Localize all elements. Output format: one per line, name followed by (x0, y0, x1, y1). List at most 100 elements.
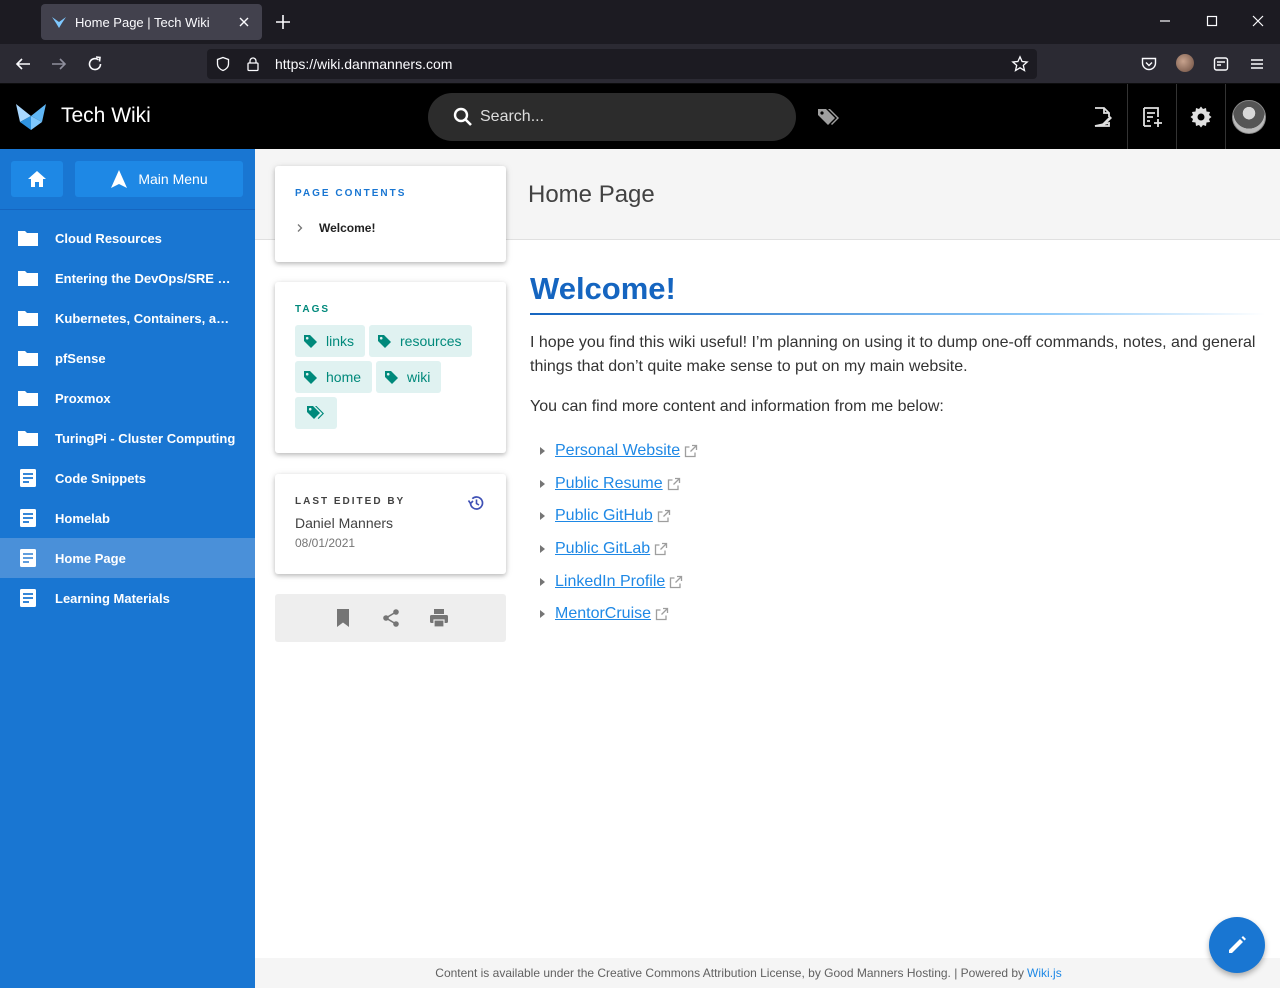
sidebar-item-learning-materials[interactable]: Learning Materials (0, 578, 255, 618)
search-input[interactable]: Search... (428, 93, 796, 141)
share-icon[interactable] (381, 608, 401, 628)
sidebar-item-proxmox[interactable]: Proxmox (0, 378, 255, 418)
edit-page-button[interactable] (1209, 917, 1265, 973)
maximize-icon[interactable] (1204, 13, 1220, 29)
tag-chip-wiki[interactable]: wiki (376, 361, 442, 393)
public-github-link[interactable]: Public GitHub (555, 507, 653, 525)
tag-icon (304, 370, 317, 384)
browser-tab-bar: Home Page | Tech Wiki (0, 0, 1280, 44)
page-contents-card: PAGE CONTENTS Welcome! (275, 166, 506, 262)
close-window-icon[interactable] (1250, 13, 1266, 29)
main-menu-button[interactable]: Main Menu (75, 161, 243, 197)
all-tags-button[interactable] (295, 397, 337, 429)
page-body: Welcome! I hope you find this wiki usefu… (530, 271, 1265, 631)
folder-icon (18, 391, 38, 406)
personal-website-link[interactable]: Personal Website (555, 442, 680, 460)
bullet-icon (540, 545, 545, 554)
history-icon[interactable] (467, 494, 485, 512)
sidebar-item-homelab[interactable]: Homelab (0, 498, 255, 538)
wiki-header: Tech Wiki Search... (0, 84, 1280, 149)
bullet-icon (540, 512, 545, 521)
linkedin-profile-link[interactable]: LinkedIn Profile (555, 573, 665, 591)
sidebar-item-label: Learning Materials (55, 590, 170, 606)
home-icon (28, 171, 46, 187)
tag-label: home (326, 369, 362, 385)
bookmark-icon[interactable] (333, 608, 353, 628)
tag-label: links (326, 333, 355, 349)
bullet-icon (540, 479, 545, 488)
url-text: https://wiki.danmanners.com (275, 56, 453, 72)
mentorcruise-link[interactable]: MentorCruise (555, 605, 651, 623)
firefox-account-icon[interactable] (1176, 54, 1194, 72)
tag-chip-home[interactable]: home (295, 361, 373, 393)
tags-card: TAGS links resources home wiki (275, 282, 506, 453)
admin-button[interactable] (1176, 84, 1224, 149)
lock-icon[interactable] (245, 56, 261, 72)
bullet-icon (540, 577, 545, 586)
footer: Content is available under the Creative … (255, 958, 1280, 988)
pencil-icon (1229, 936, 1246, 953)
tag-icon (378, 334, 392, 348)
public-gitlab-link[interactable]: Public GitLab (555, 540, 650, 558)
tab-title: Home Page | Tech Wiki (75, 14, 210, 30)
pocket-icon[interactable] (1140, 55, 1158, 73)
welcome-heading[interactable]: Welcome! (530, 271, 1265, 313)
bookmark-star-icon[interactable] (1011, 55, 1029, 73)
toc-item-welcome[interactable]: Welcome! (295, 221, 486, 235)
sidebar-item-label: TuringPi - Cluster Computing (55, 430, 236, 446)
sidebar-item-devops-sre[interactable]: Entering the DevOps/SRE Space (0, 258, 255, 298)
minimize-icon[interactable] (1157, 13, 1173, 29)
wiki-favicon-icon (52, 17, 66, 28)
nav-sidebar: Main Menu Cloud Resources Entering the D… (0, 149, 255, 988)
external-link-icon (655, 542, 668, 556)
shield-icon[interactable] (215, 56, 231, 72)
navigation-arrow-icon (111, 170, 128, 188)
page-icon (20, 469, 36, 487)
browser-nav-bar: https://wiki.danmanners.com (0, 44, 1280, 84)
main-menu-label: Main Menu (138, 171, 208, 187)
address-bar[interactable]: https://wiki.danmanners.com (207, 49, 1037, 79)
last-edited-card: LAST EDITED BY Daniel Manners 08/01/2021 (275, 474, 506, 574)
page-icon (20, 589, 36, 607)
wiki-logo-icon[interactable] (14, 100, 48, 132)
sidebar-item-code-snippets[interactable]: Code Snippets (0, 458, 255, 498)
page-actions-button[interactable] (1127, 84, 1175, 149)
reload-icon[interactable] (86, 55, 104, 73)
sidebar-item-home-page[interactable]: Home Page (0, 538, 255, 578)
toc-item-label: Welcome! (319, 221, 376, 235)
tags-icon (307, 406, 324, 419)
sidebar-item-turingpi[interactable]: TuringPi - Cluster Computing (0, 418, 255, 458)
new-page-icon (1094, 106, 1112, 127)
home-button[interactable] (11, 161, 63, 197)
list-item: MentorCruise (530, 598, 1265, 631)
browse-tags-icon[interactable] (816, 106, 840, 128)
tag-chip-resources[interactable]: resources (369, 325, 473, 357)
avatar[interactable] (1232, 100, 1266, 134)
site-title[interactable]: Tech Wiki (61, 104, 151, 128)
close-tab-icon[interactable] (236, 14, 252, 30)
browser-tab[interactable]: Home Page | Tech Wiki (41, 4, 262, 40)
tag-chip-links[interactable]: links (295, 325, 366, 357)
external-link-icon (670, 575, 683, 588)
list-item: Personal Website (530, 435, 1265, 468)
external-link-icon (655, 608, 669, 621)
chevron-right-icon (297, 224, 303, 232)
reader-sidebar-icon[interactable] (1212, 55, 1230, 73)
page-actions-icon (1142, 106, 1162, 127)
new-tab-icon[interactable] (274, 13, 292, 31)
sidebar-item-label: Code Snippets (55, 470, 147, 486)
sidebar-item-pfsense[interactable]: pfSense (0, 338, 255, 378)
print-icon[interactable] (429, 608, 449, 628)
folder-icon (18, 271, 38, 286)
tags-label: TAGS (295, 304, 331, 315)
hamburger-menu-icon[interactable] (1248, 55, 1266, 73)
sidebar-item-cloud-resources[interactable]: Cloud Resources (0, 218, 255, 258)
new-page-button[interactable] (1078, 84, 1126, 149)
sidebar-item-kubernetes[interactable]: Kubernetes, Containers, and Orchestratio… (0, 298, 255, 338)
public-resume-link[interactable]: Public Resume (555, 475, 663, 493)
back-icon[interactable] (14, 55, 32, 73)
sidebar-item-label: Entering the DevOps/SRE Space (55, 270, 237, 286)
folder-icon (18, 431, 38, 446)
wikijs-link[interactable]: Wiki.js (1027, 966, 1062, 980)
forward-icon[interactable] (50, 55, 68, 73)
